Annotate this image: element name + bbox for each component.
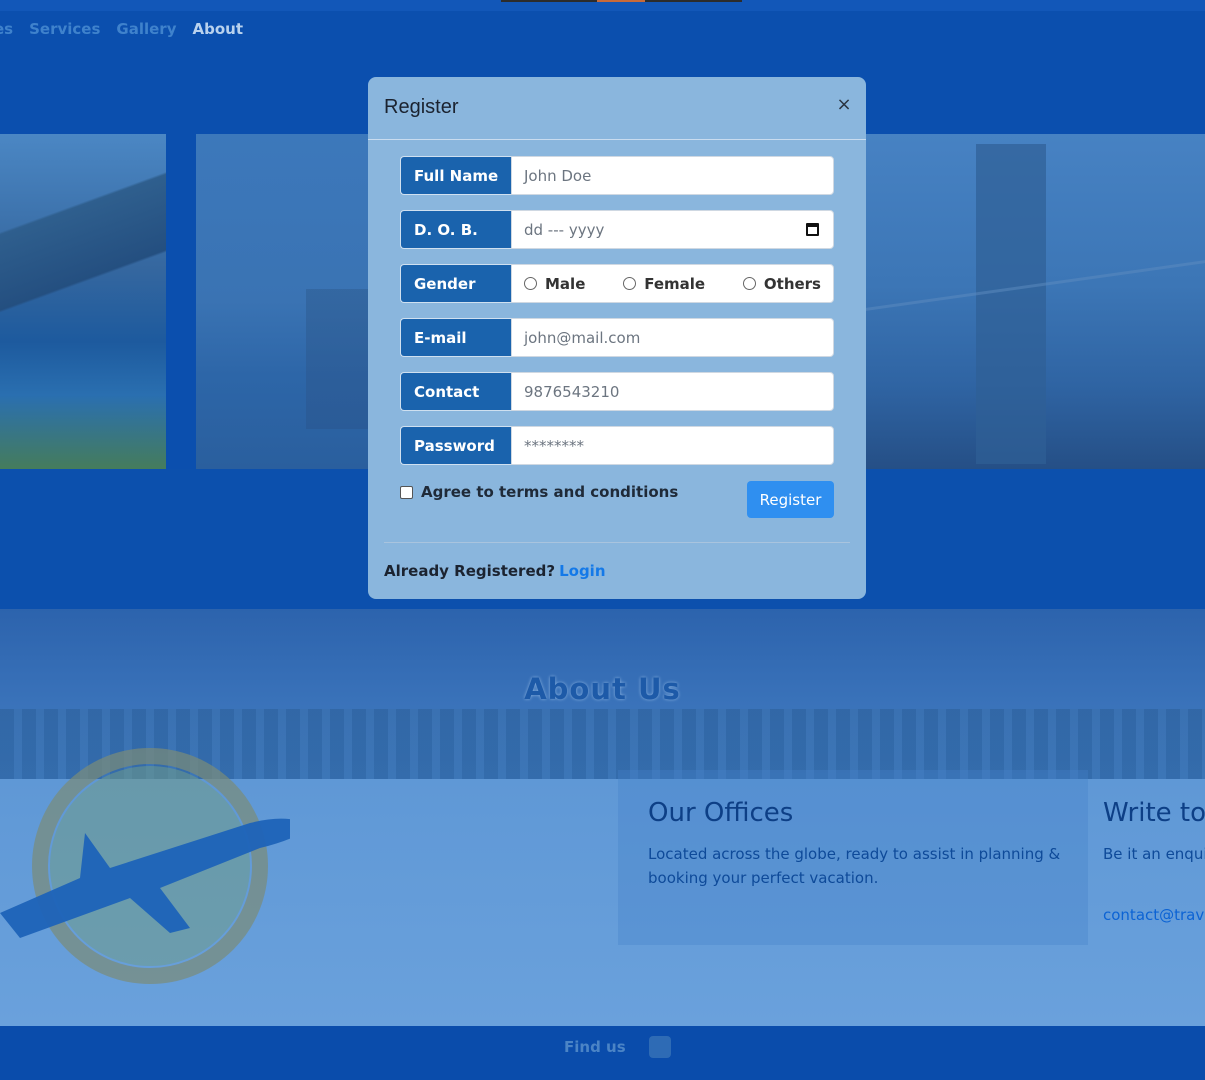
nav-item-services[interactable]: Services — [29, 20, 100, 38]
fullname-row: Full Name John Doe — [400, 156, 834, 195]
nav-item-gallery[interactable]: Gallery — [116, 20, 176, 38]
fullname-input[interactable]: John Doe — [511, 156, 834, 195]
gallery-photo-lake[interactable] — [0, 134, 166, 469]
about-heading: About Us — [524, 672, 681, 706]
find-us-label: Find us — [564, 1038, 626, 1056]
gender-others-option[interactable]: Others — [742, 274, 821, 293]
write-text: Be it an enqui to us. — [1103, 845, 1205, 863]
contact-input[interactable]: 9876543210 — [511, 372, 834, 411]
write-title: Write to — [1103, 798, 1205, 828]
contact-email-link[interactable]: contact@trave — [1103, 906, 1205, 924]
modal-header: Register × — [368, 77, 866, 140]
password-input[interactable]: ******** — [511, 426, 834, 465]
modal-title: Register — [384, 96, 459, 118]
calendar-icon[interactable] — [806, 223, 819, 236]
dob-row: D. O. B. dd --- yyyy — [400, 210, 834, 249]
travel-logo-icon — [0, 748, 290, 984]
gender-others-label: Others — [763, 274, 821, 293]
gender-row: Gender Male Female Others — [400, 264, 834, 303]
gender-male-option[interactable]: Male — [524, 275, 585, 293]
dob-placeholder: dd --- yyyy — [524, 220, 605, 239]
modal-footer: Already Registered? Login — [384, 562, 606, 580]
top-strip — [0, 0, 1205, 11]
gender-radio-group: Male Female Others — [511, 264, 834, 303]
terms-checkbox-row[interactable]: Agree to terms and conditions — [400, 483, 678, 501]
gender-female-label: Female — [644, 274, 706, 293]
terms-label: Agree to terms and conditions — [421, 483, 679, 501]
fullname-label: Full Name — [400, 156, 511, 195]
close-icon[interactable]: × — [834, 95, 854, 115]
nav-item-destinations[interactable]: es — [0, 20, 13, 38]
dob-label: D. O. B. — [400, 210, 511, 249]
top-nav: es Services Gallery About — [0, 18, 259, 40]
password-label: Password — [400, 426, 511, 465]
terms-checkbox[interactable] — [400, 485, 413, 499]
dob-input[interactable]: dd --- yyyy — [511, 210, 834, 249]
login-link[interactable]: Login — [559, 562, 605, 580]
top-progress-bar — [501, 0, 742, 2]
gender-female-option[interactable]: Female — [623, 275, 705, 293]
already-registered-text: Already Registered? — [384, 562, 556, 580]
email-row: E-mail john@mail.com — [400, 318, 834, 357]
gender-male-label: Male — [545, 274, 586, 293]
offices-title: Our Offices — [648, 798, 794, 828]
email-input[interactable]: john@mail.com — [511, 318, 834, 357]
register-modal: Register × Full Name John Doe D. O. B. d… — [368, 77, 866, 599]
radio-male[interactable] — [524, 277, 537, 290]
register-button[interactable]: Register — [747, 481, 834, 518]
gender-label: Gender — [400, 264, 511, 303]
offices-text: Located across the globe, ready to assis… — [648, 845, 1061, 887]
radio-female[interactable] — [623, 277, 637, 290]
gallery-photo-london[interactable] — [866, 134, 1205, 469]
email-label: E-mail — [400, 318, 511, 357]
password-row: Password ******** — [400, 426, 834, 465]
radio-others[interactable] — [742, 277, 756, 290]
contact-label: Contact — [400, 372, 511, 411]
modal-divider — [384, 542, 850, 543]
nav-item-about[interactable]: About — [192, 20, 243, 38]
contact-row: Contact 9876543210 — [400, 372, 834, 411]
github-icon[interactable] — [649, 1036, 671, 1058]
